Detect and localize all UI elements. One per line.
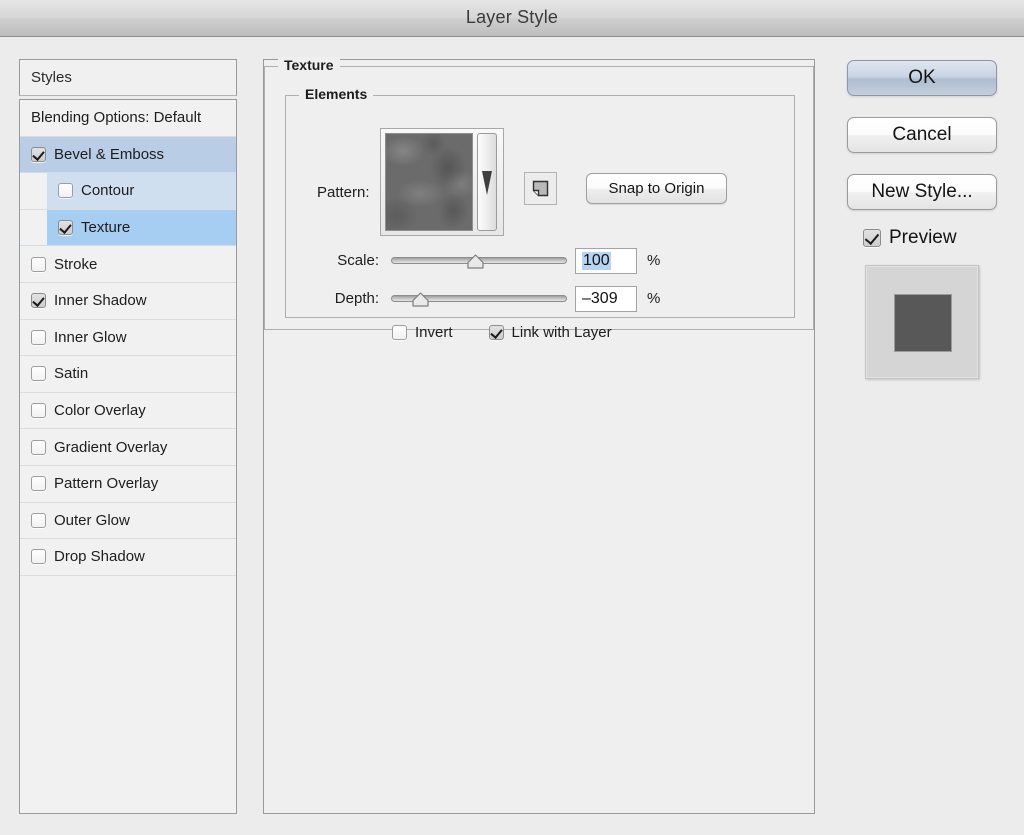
style-row-blending-options-default[interactable]: Blending Options: Default (20, 100, 236, 137)
style-row-satin[interactable]: Satin (20, 356, 236, 393)
window-title-bar: Layer Style (0, 0, 1024, 37)
preview-checkbox-row[interactable]: Preview (863, 227, 957, 249)
styles-list[interactable]: Blending Options: Default Bevel & Emboss C… (19, 99, 237, 814)
style-row-label: Inner Glow (54, 330, 127, 345)
invert-checkbox-row[interactable]: Invert (392, 324, 453, 341)
style-row-label: Gradient Overlay (54, 440, 167, 455)
style-row-label: Texture (81, 220, 130, 235)
style-checkbox[interactable] (31, 366, 46, 381)
cancel-button[interactable]: Cancel (847, 117, 997, 153)
styles-header-label: Styles (31, 69, 72, 86)
new-style-button[interactable]: New Style... (847, 174, 997, 210)
style-checkbox[interactable] (58, 220, 73, 235)
preview-label: Preview (889, 227, 957, 249)
snap-to-origin-button[interactable]: Snap to Origin (586, 173, 727, 204)
style-row-inner-shadow[interactable]: Inner Shadow (20, 283, 236, 320)
style-row-stroke[interactable]: Stroke (20, 246, 236, 283)
style-row-label: Pattern Overlay (54, 476, 158, 491)
style-row-label: Outer Glow (54, 513, 130, 528)
style-row-outer-glow[interactable]: Outer Glow (20, 503, 236, 540)
elements-group: Elements Pattern: Snap to Origin Scale: (285, 95, 795, 318)
new-style-label: New Style... (871, 181, 972, 203)
style-checkbox[interactable] (31, 513, 46, 528)
style-row-pattern-overlay[interactable]: Pattern Overlay (20, 466, 236, 503)
styles-sidebar: Styles Blending Options: Default Bevel & … (19, 59, 237, 814)
style-checkbox[interactable] (31, 330, 46, 345)
style-row-label: Contour (81, 183, 134, 198)
ok-label: OK (908, 67, 935, 89)
style-row-label: Inner Shadow (54, 293, 147, 308)
texture-settings-panel: Texture Elements Pattern: Snap to Origin (263, 59, 815, 814)
style-checkbox[interactable] (58, 183, 73, 198)
scale-row: Scale: 100 % (317, 248, 777, 276)
style-row-color-overlay[interactable]: Color Overlay (20, 393, 236, 430)
scale-unit: % (647, 252, 660, 269)
invert-checkbox[interactable] (392, 325, 407, 340)
depth-label: Depth: (317, 290, 379, 307)
styles-header: Styles (19, 59, 237, 96)
style-row-gradient-overlay[interactable]: Gradient Overlay (20, 429, 236, 466)
depth-input[interactable]: –309 (575, 286, 637, 312)
link-with-layer-checkbox[interactable] (489, 325, 504, 340)
style-checkbox[interactable] (31, 440, 46, 455)
style-row-contour[interactable]: Contour (20, 173, 236, 210)
style-checkbox[interactable] (31, 293, 46, 308)
style-row-label: Bevel & Emboss (54, 147, 164, 162)
texture-options-row: Invert Link with Layer (392, 324, 612, 341)
style-checkbox[interactable] (31, 549, 46, 564)
snap-to-origin-label: Snap to Origin (609, 180, 705, 197)
scale-value: 100 (582, 252, 611, 270)
style-row-texture[interactable]: Texture (20, 210, 236, 247)
style-row-label: Stroke (54, 257, 97, 272)
preview-thumbnail (865, 265, 979, 379)
depth-row: Depth: –309 % (317, 286, 777, 314)
depth-unit: % (647, 290, 660, 307)
style-row-label: Color Overlay (54, 403, 146, 418)
link-with-layer-label: Link with Layer (512, 324, 612, 341)
preview-checkbox[interactable] (863, 229, 881, 247)
style-checkbox[interactable] (31, 257, 46, 272)
invert-label: Invert (415, 324, 453, 341)
style-checkbox[interactable] (31, 147, 46, 162)
texture-group-label: Texture (278, 57, 340, 73)
pattern-label: Pattern: (317, 184, 370, 201)
scale-slider-thumb[interactable] (467, 254, 484, 269)
new-preset-button[interactable] (524, 172, 557, 205)
depth-value: –309 (582, 290, 618, 308)
cloud-texture-swatch[interactable] (385, 133, 473, 231)
new-preset-icon (531, 179, 550, 198)
ok-button[interactable]: OK (847, 60, 997, 96)
style-row-label: Blending Options: Default (31, 110, 201, 125)
window-title: Layer Style (0, 7, 1024, 28)
pattern-picker[interactable] (380, 128, 504, 236)
scale-input[interactable]: 100 (575, 248, 637, 274)
chevron-down-icon[interactable] (477, 133, 497, 231)
style-row-bevel-emboss[interactable]: Bevel & Emboss (20, 137, 236, 174)
style-row-label: Drop Shadow (54, 549, 145, 564)
link-with-layer-checkbox-row[interactable]: Link with Layer (489, 324, 612, 341)
elements-group-label: Elements (299, 86, 373, 102)
style-row-drop-shadow[interactable]: Drop Shadow (20, 539, 236, 576)
depth-slider-thumb[interactable] (412, 292, 429, 307)
cancel-label: Cancel (892, 124, 951, 146)
scale-label: Scale: (317, 252, 379, 269)
style-row-inner-glow[interactable]: Inner Glow (20, 320, 236, 357)
style-checkbox[interactable] (31, 476, 46, 491)
texture-group: Texture Elements Pattern: Snap to Origin (264, 66, 814, 330)
preview-thumbnail-square (894, 294, 952, 352)
style-row-label: Satin (54, 366, 88, 381)
styles-list-empty-area (20, 576, 236, 813)
style-checkbox[interactable] (31, 403, 46, 418)
